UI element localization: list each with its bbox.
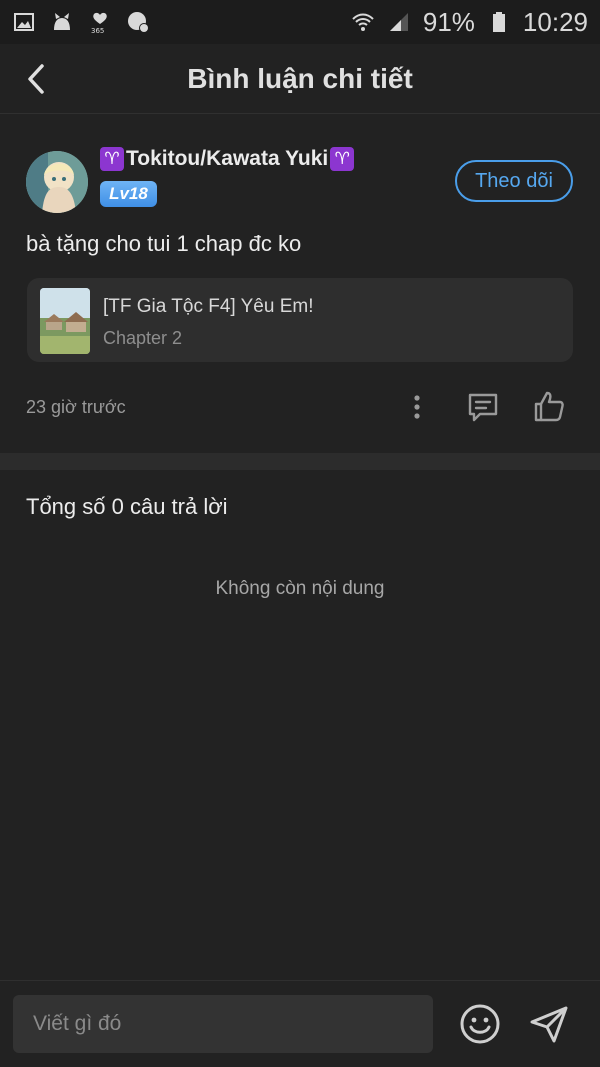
reply-icon[interactable]: [466, 390, 500, 424]
manga-chapter: Chapter 2: [103, 328, 183, 348]
battery-percent: 91%: [422, 6, 475, 37]
cat-icon: [54, 13, 70, 30]
back-icon[interactable]: [22, 62, 52, 96]
username[interactable]: ♈ Tokitou/Kawata Yuki ♈: [100, 147, 355, 171]
aries-badge-left: ♈: [100, 147, 124, 171]
comment-card: ♈ Tokitou/Kawata Yuki ♈ Lv18 Theo dõi bà…: [0, 115, 600, 455]
send-icon[interactable]: [528, 1003, 570, 1045]
wifi-icon: [352, 13, 374, 31]
level-badge: Lv18: [100, 181, 157, 207]
app-bar: Bình luận chi tiết: [0, 44, 600, 114]
username-text: Tokitou/Kawata Yuki: [126, 147, 329, 170]
manga-card[interactable]: [TF Gia Tộc F4] Yêu Em! Chapter 2: [27, 278, 573, 362]
signal-icon: [389, 13, 408, 31]
follow-button[interactable]: Theo dõi: [455, 160, 573, 202]
gallery-icon: [14, 13, 34, 31]
emoji-icon[interactable]: [459, 1003, 501, 1045]
clock: 10:29: [522, 6, 588, 37]
reply-input[interactable]: [13, 995, 433, 1053]
more-icon[interactable]: [400, 390, 434, 424]
reply-composer: [0, 980, 600, 1067]
manga-thumbnail: [40, 288, 90, 354]
page-title: Bình luận chi tiết: [187, 62, 413, 94]
aries-badge-right: ♈: [330, 147, 355, 171]
comment-time: 23 giờ trước: [26, 397, 126, 417]
health-icon: 365: [91, 12, 107, 34]
svg-text:365: 365: [91, 27, 104, 34]
comment-text: bà tặng cho tui 1 chap đc ko: [26, 231, 302, 256]
section-divider: [0, 453, 600, 470]
avatar[interactable]: [26, 151, 88, 213]
status-bar: 365 91% 10:29: [0, 0, 600, 44]
battery-icon: [492, 12, 505, 32]
manga-title: [TF Gia Tộc F4] Yêu Em!: [103, 296, 314, 317]
reply-count: Tổng số 0 câu trả lời: [26, 494, 228, 519]
like-icon[interactable]: [532, 390, 566, 424]
empty-state: Không còn nội dung: [215, 578, 385, 599]
chat-icon: [128, 12, 149, 33]
